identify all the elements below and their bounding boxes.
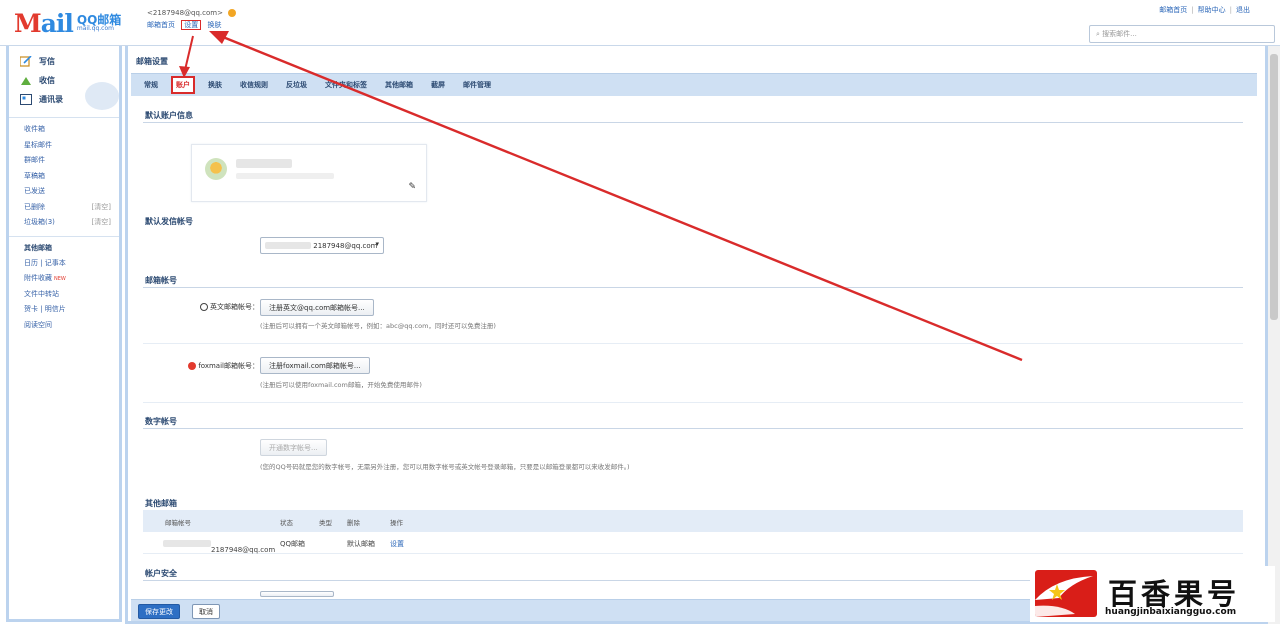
top-link-logout[interactable]: 退出 xyxy=(1236,6,1250,14)
tab-folders[interactable]: 文件夹和标签 xyxy=(322,78,370,92)
register-foxmail-button[interactable]: 注册foxmail.com邮箱帐号... xyxy=(260,357,370,374)
send-as-select[interactable]: 2187948@qq.com ▾ xyxy=(260,237,384,254)
security-button[interactable] xyxy=(260,591,334,597)
qq-icon xyxy=(200,303,208,311)
tab-account[interactable]: 账户 xyxy=(171,76,195,94)
avatar xyxy=(205,158,227,180)
hint-english-alias: (注册后可以拥有一个英文邮箱帐号，例如：abc@qq.com，同时还可以免费注册… xyxy=(260,322,496,330)
hint-foxmail-alias: (注册后可以使用foxmail.com邮箱，开始免费使用邮件) xyxy=(260,381,422,389)
hint-number-account: (您的QQ号码就是您的数字帐号，无需另外注册，您可以用数字帐号或英文帐号登录邮箱… xyxy=(260,463,630,471)
folder-deleted[interactable]: 已删除 [清空] xyxy=(24,202,119,218)
page-title: 邮箱设置 xyxy=(136,57,168,66)
tab-skin[interactable]: 换肤 xyxy=(205,78,225,92)
inbox-icon xyxy=(20,75,32,86)
save-button[interactable]: 保存更改 xyxy=(138,604,180,619)
open-number-account-button[interactable]: 开通数字帐号... xyxy=(260,439,327,456)
blurred-nickname xyxy=(236,159,292,168)
tab-other-mailbox[interactable]: 其他邮箱 xyxy=(382,78,416,92)
row-divider xyxy=(143,402,1243,403)
section-title-number: 数字帐号 xyxy=(145,417,177,426)
logo-wordmark: Mail xyxy=(14,8,74,38)
other-mailboxes-section[interactable]: 其他邮箱 xyxy=(9,235,119,255)
register-english-alias-button[interactable]: 注册英文@qq.com邮箱帐号... xyxy=(260,299,374,316)
blurred-detail xyxy=(236,173,334,179)
section-title-other: 其他邮箱 xyxy=(145,499,177,508)
link-settings[interactable]: 设置 xyxy=(181,20,202,30)
search-icon: ⌕ xyxy=(1096,30,1100,38)
search-input[interactable]: ⌕ 搜索邮件... xyxy=(1089,25,1275,43)
vip-icon[interactable] xyxy=(228,9,237,17)
link-mail-home[interactable]: 邮箱首页 xyxy=(147,21,175,29)
section-divider xyxy=(143,428,1243,429)
section-divider xyxy=(143,287,1243,288)
watermark-url: huangjinbaixiangguo.com xyxy=(1105,607,1237,617)
pen-icon xyxy=(19,55,32,67)
blurred-account xyxy=(265,242,311,249)
mascot-bubble-icon xyxy=(85,82,119,110)
link-skin[interactable]: 换肤 xyxy=(207,21,221,29)
sidebar-item-cards[interactable]: 贺卡 | 明信片 xyxy=(24,304,119,320)
sidebar: 写信 收信 通讯录 收件箱 星标邮件 群邮件 草稿箱 已发送 已删除 [清空] 垃… xyxy=(6,46,122,622)
watermark: 百香果号 huangjinbaixiangguo.com xyxy=(1030,566,1275,622)
blurred-account xyxy=(163,540,211,547)
sidebar-item-calendar[interactable]: 日历 | 记事本 xyxy=(24,258,119,274)
header-sub-links: 邮箱首页 设置 换肤 xyxy=(147,20,226,30)
sidebar-item-reading[interactable]: 阅读空间 xyxy=(24,320,119,336)
tab-rules[interactable]: 收信规则 xyxy=(237,78,271,92)
header: Mail QQ邮箱 mail.qq.com <2187948@qq.com> 邮… xyxy=(0,0,1280,46)
folder-sent[interactable]: 已发送 xyxy=(24,186,119,202)
table-row: 2187948@qq.com QQ邮箱 默认邮箱 设置 xyxy=(143,532,1243,554)
tab-antispam[interactable]: 反垃圾 xyxy=(283,78,310,92)
sidebar-item-file-transfer[interactable]: 文件中转站 xyxy=(24,289,119,305)
sidebar-actions: 写信 收信 通讯录 xyxy=(9,46,119,118)
folder-spam[interactable]: 垃圾箱(3) [清空] xyxy=(24,217,119,233)
chevron-down-icon: ▾ xyxy=(375,240,379,248)
edit-pen-icon[interactable]: ✎ xyxy=(408,182,416,192)
search-placeholder: 搜索邮件... xyxy=(1102,30,1137,38)
compose-button[interactable]: 写信 xyxy=(9,52,119,71)
folder-starred[interactable]: 星标邮件 xyxy=(24,140,119,156)
top-link-help[interactable]: 帮助中心 xyxy=(1198,6,1226,14)
folder-drafts[interactable]: 草稿箱 xyxy=(24,171,119,187)
top-links: 邮箱首页 | 帮助中心 | 退出 xyxy=(1159,6,1250,14)
top-link-home[interactable]: 邮箱首页 xyxy=(1159,6,1187,14)
section-title-send-as: 默认发信帐号 xyxy=(145,217,193,226)
account-address: <2187948@qq.com> xyxy=(147,9,223,17)
settings-tabs: 常规 账户 换肤 收信规则 反垃圾 文件夹和标签 其他邮箱 截屏 邮件管理 xyxy=(131,73,1257,96)
tab-mail-manage[interactable]: 邮件管理 xyxy=(460,78,494,92)
contacts-icon xyxy=(20,94,32,105)
settings-panel: 邮箱设置 常规 账户 换肤 收信规则 反垃圾 文件夹和标签 其他邮箱 截屏 邮件… xyxy=(125,46,1268,624)
foxmail-icon xyxy=(188,362,197,370)
section-title-profile: 默认账户信息 xyxy=(145,111,193,120)
profile-card[interactable]: ✎ xyxy=(191,144,427,202)
row-settings-link[interactable]: 设置 xyxy=(390,539,404,549)
row-divider xyxy=(143,343,1243,344)
label-english-alias: 英文邮箱帐号： xyxy=(173,302,259,312)
scrollbar-thumb[interactable] xyxy=(1270,54,1278,320)
label-foxmail-alias: foxmail邮箱帐号： xyxy=(165,361,259,371)
account-info: <2187948@qq.com> xyxy=(147,9,237,17)
section-title-security: 帐户安全 xyxy=(145,569,177,578)
folder-inbox[interactable]: 收件箱 xyxy=(24,124,119,140)
section-divider xyxy=(143,122,1243,123)
cancel-button[interactable]: 取消 xyxy=(192,604,220,619)
folder-list: 收件箱 星标邮件 群邮件 草稿箱 已发送 已删除 [清空] 垃圾箱(3) [清空] … xyxy=(9,118,119,335)
tab-general[interactable]: 常规 xyxy=(141,78,161,92)
new-badge: NEW xyxy=(54,276,66,282)
folder-group[interactable]: 群邮件 xyxy=(24,155,119,171)
qq-mail-logo[interactable]: Mail QQ邮箱 mail.qq.com xyxy=(14,8,121,38)
section-title-alias: 邮箱帐号 xyxy=(145,276,177,285)
passion-fruit-logo-icon xyxy=(1035,570,1097,617)
tab-screenshot[interactable]: 截屏 xyxy=(428,78,448,92)
sidebar-item-attachments[interactable]: 附件收藏 NEW xyxy=(24,273,119,289)
settings-content: 默认账户信息 ✎ 默认发信帐号 2187948@qq.com ▾ 邮箱帐号 英文… xyxy=(143,96,1243,597)
other-mailbox-table-header: 邮箱帐号 状态 类型 删除 操作 xyxy=(143,510,1243,532)
vertical-scrollbar[interactable] xyxy=(1268,46,1280,624)
